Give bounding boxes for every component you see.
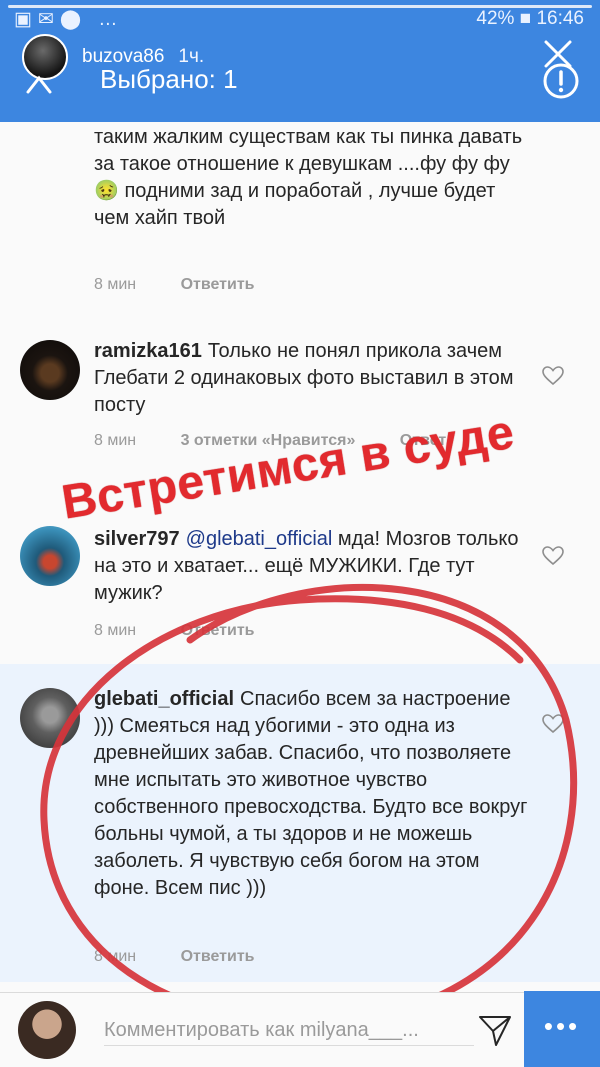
comment-time: 8 мин [94,622,137,639]
more-icon: ••• [543,1011,581,1041]
notification-icons: ▣✉⬤ … [14,9,124,30]
heart-icon[interactable] [542,366,564,386]
comment-text: таким жалким существам как ты пинка дава… [94,126,523,229]
reply-button[interactable]: Ответить [181,622,255,639]
comment-body: glebati_official Спасибо всем за настроен… [94,686,534,902]
comment-username[interactable]: glebati_official [94,688,234,710]
more-options-button[interactable]: ••• [524,991,600,1067]
reply-button[interactable]: Ответить [181,276,255,293]
comments-list: таким жалким существам как ты пинка дава… [0,122,600,992]
comment-input[interactable] [104,1015,474,1046]
comment-time: 8 мин [94,276,137,293]
avatar[interactable] [20,340,80,400]
avatar[interactable] [20,688,80,748]
comment-username[interactable]: ramizka161 [94,340,202,362]
reply-button[interactable]: Ответить [181,948,255,965]
current-user-avatar [18,1001,76,1059]
comment-meta: 8 мин Ответить [94,276,295,294]
comment-composer: ••• [0,991,600,1067]
comment-meta: 8 мин Ответить [94,948,295,966]
status-right-text: 42% ■ 16:46 [476,8,584,29]
send-icon[interactable] [476,1011,514,1049]
comment-meta: 8 мин Ответить [94,622,295,640]
selection-title: Выбрано: 1 [100,64,238,94]
report-icon[interactable] [542,62,580,100]
story-header: ▣✉⬤ … 42% ■ 16:46 buzova86 1ч. Выбрано: … [0,0,600,122]
heart-icon[interactable] [542,714,564,734]
back-icon[interactable] [24,72,54,96]
comment-time: 8 мин [94,948,137,965]
comment-time: 8 мин [94,432,137,449]
comment-body: ramizka161 Только не понял прикола зачем … [94,338,534,419]
comment-text: Спасибо всем за настроение ))) Смеяться … [94,688,528,899]
status-bar: ▣✉⬤ … 42% ■ 16:46 [0,8,600,34]
heart-icon[interactable] [542,546,564,566]
